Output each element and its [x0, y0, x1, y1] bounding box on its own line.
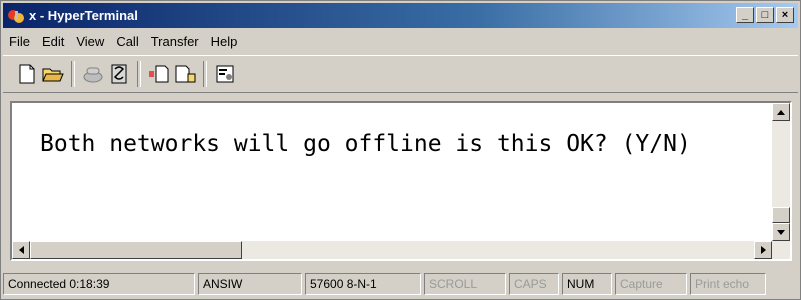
- horizontal-scroll-thumb[interactable]: [30, 241, 242, 259]
- menu-bar: File Edit View Call Transfer Help: [3, 31, 243, 51]
- send-button[interactable]: [147, 62, 171, 86]
- close-button[interactable]: ×: [776, 7, 794, 23]
- window-title: x - HyperTerminal: [29, 8, 138, 23]
- menu-file[interactable]: File: [3, 34, 36, 49]
- toolbar-separator: [71, 61, 75, 87]
- status-print-echo: Print echo: [690, 273, 766, 295]
- hyperterminal-window: x - HyperTerminal _ □ × File Edit View C…: [0, 0, 801, 300]
- toolbar-separator: [203, 61, 207, 87]
- open-button[interactable]: [41, 62, 65, 86]
- title-bar[interactable]: x - HyperTerminal _ □ ×: [3, 3, 798, 28]
- scroll-up-button[interactable]: [772, 103, 790, 121]
- toolbar: [3, 55, 798, 93]
- disconnect-icon: [111, 64, 127, 84]
- disconnect-button[interactable]: [107, 62, 131, 86]
- properties-button[interactable]: [213, 62, 237, 86]
- horizontal-scrollbar[interactable]: [12, 241, 772, 259]
- menu-view[interactable]: View: [70, 34, 110, 49]
- toolbar-separator: [137, 61, 141, 87]
- new-icon: [19, 64, 35, 84]
- terminal-area[interactable]: Both networks will go offline is this OK…: [10, 101, 792, 261]
- arrow-up-icon: [777, 109, 785, 115]
- status-bar: Connected 0:18:39 ANSIW 57600 8-N-1 SCRO…: [3, 271, 798, 297]
- arrow-right-icon: [760, 246, 766, 254]
- call-button[interactable]: [81, 62, 105, 86]
- call-icon: [83, 67, 103, 83]
- scroll-right-button[interactable]: [754, 241, 772, 259]
- vertical-scroll-thumb[interactable]: [772, 207, 790, 223]
- open-icon: [42, 68, 64, 82]
- status-port-settings: 57600 8-N-1: [305, 273, 421, 295]
- window-controls: _ □ ×: [736, 7, 794, 23]
- status-capture: Capture: [615, 273, 687, 295]
- menu-transfer[interactable]: Transfer: [145, 34, 205, 49]
- status-num: NUM: [562, 273, 612, 295]
- maximize-button[interactable]: □: [756, 7, 774, 23]
- status-emulation: ANSIW: [198, 273, 302, 295]
- receive-button[interactable]: [173, 62, 197, 86]
- status-scroll: SCROLL: [424, 273, 506, 295]
- vertical-scrollbar[interactable]: [772, 103, 790, 259]
- minimize-button[interactable]: _: [736, 7, 754, 23]
- scroll-left-button[interactable]: [12, 241, 30, 259]
- receive-icon: [175, 65, 196, 83]
- properties-icon: [216, 65, 234, 83]
- hyperterminal-icon[interactable]: [7, 7, 25, 25]
- status-connected: Connected 0:18:39: [3, 273, 195, 295]
- menu-call[interactable]: Call: [110, 34, 144, 49]
- send-icon: [149, 65, 169, 83]
- scroll-down-button[interactable]: [772, 223, 790, 241]
- arrow-left-icon: [18, 246, 24, 254]
- status-caps: CAPS: [509, 273, 559, 295]
- new-connection-button[interactable]: [15, 62, 39, 86]
- menu-edit[interactable]: Edit: [36, 34, 70, 49]
- terminal-output: Both networks will go offline is this OK…: [40, 131, 691, 157]
- arrow-down-icon: [777, 229, 785, 235]
- menu-help[interactable]: Help: [205, 34, 244, 49]
